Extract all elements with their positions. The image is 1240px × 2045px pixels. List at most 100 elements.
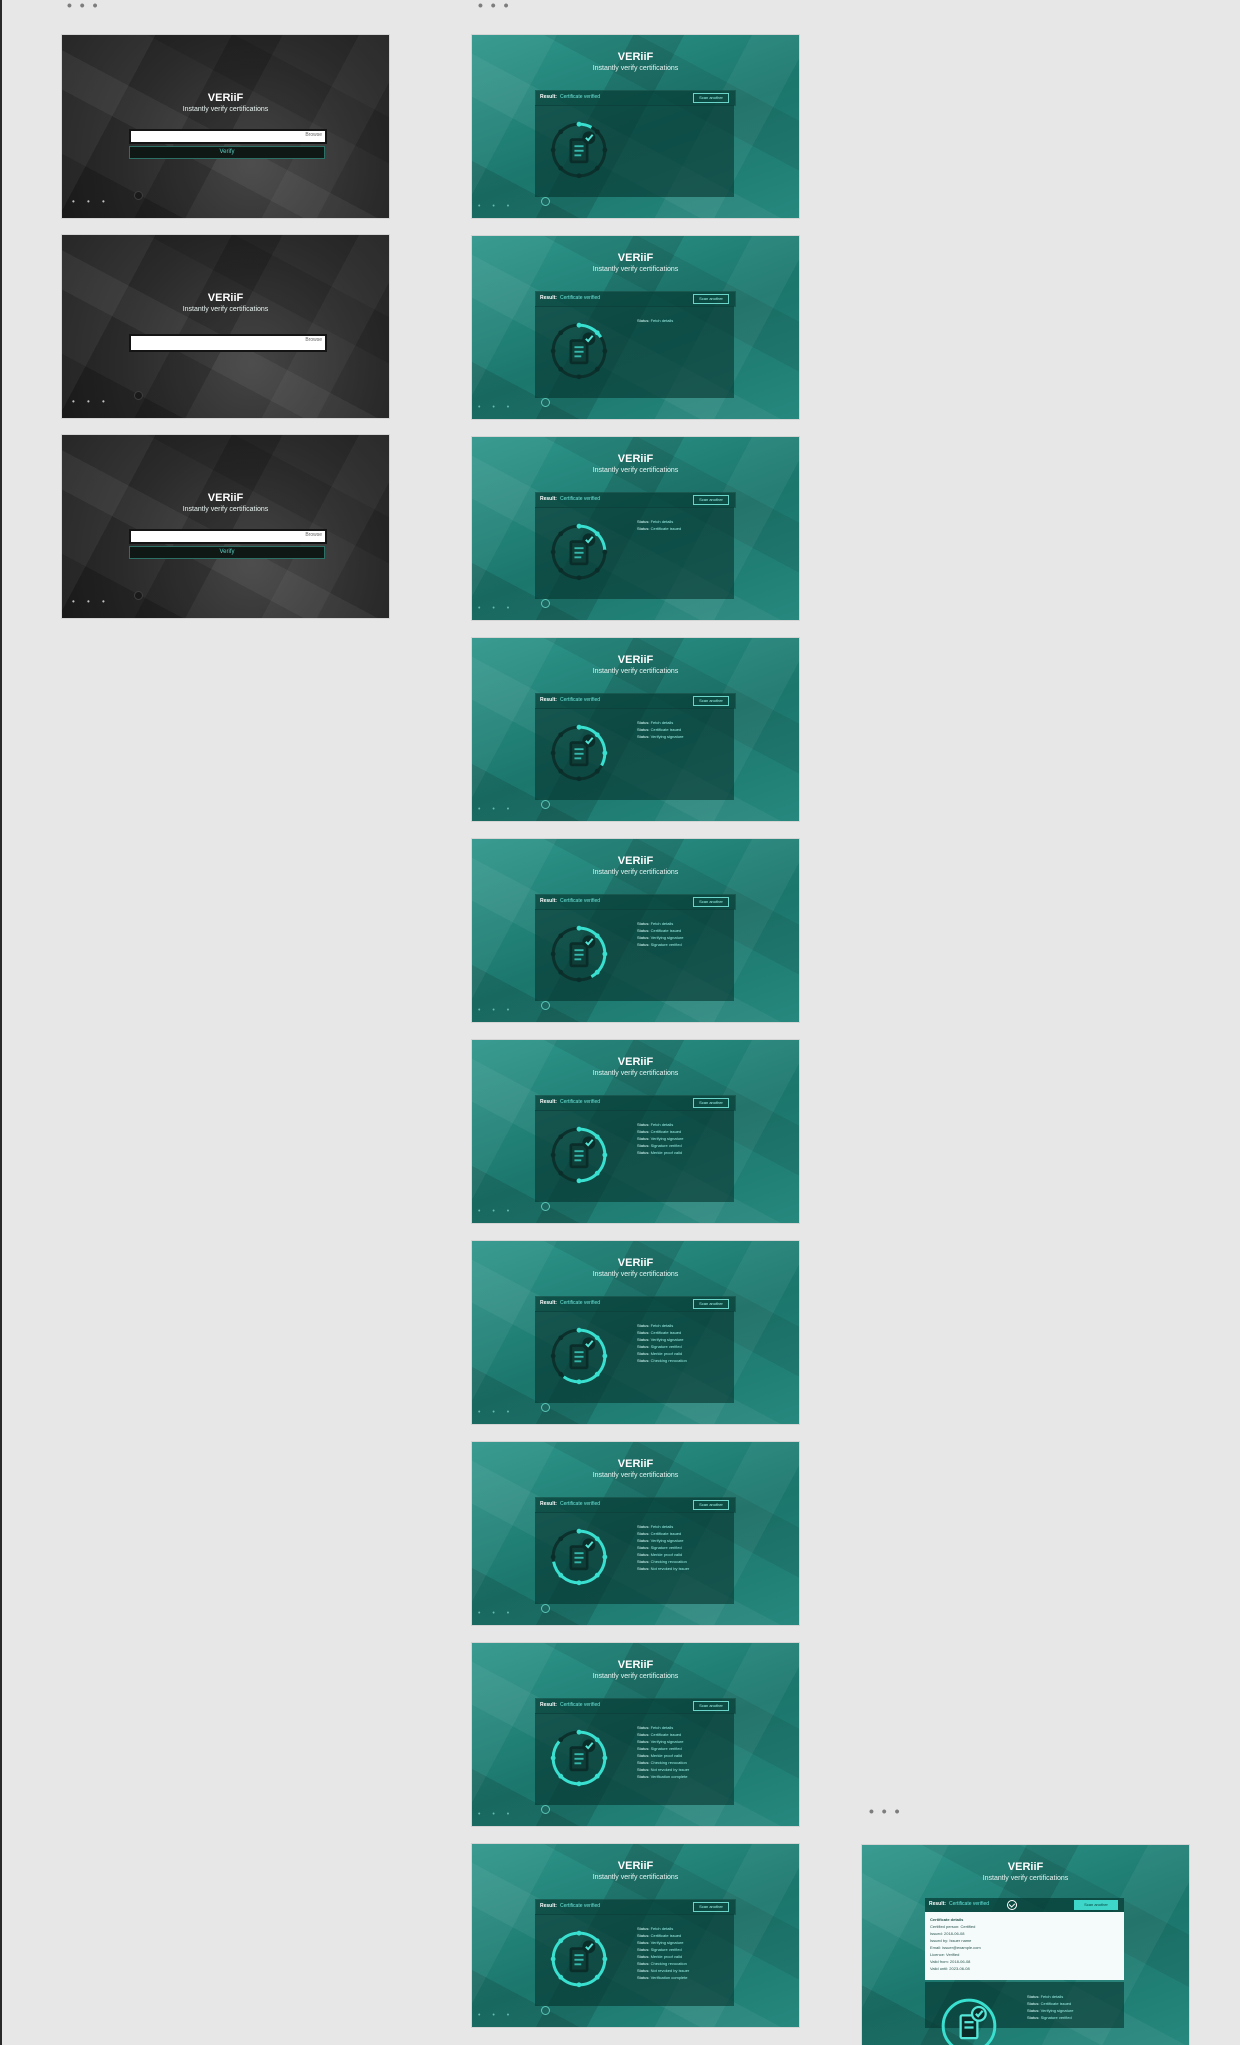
browse-link[interactable]: Browse <box>305 132 322 138</box>
settings-icon[interactable] <box>541 599 550 608</box>
footer-nav-dots[interactable]: • • • <box>478 1409 514 1416</box>
log-entry-key: Status: <box>637 1760 650 1765</box>
browse-link[interactable]: Browse <box>305 337 322 343</box>
login-artboard[interactable]: VERiiF Instantly verify certifications Bro… <box>62 235 389 418</box>
verification-artboard[interactable]: VERiiF Instantly verify certifications Res… <box>472 1442 799 1625</box>
app-brand: VERiiF <box>617 252 654 264</box>
footer-nav-dots[interactable]: • • • <box>72 397 110 406</box>
certificate-input[interactable]: Browse <box>129 529 327 544</box>
settings-icon[interactable] <box>541 398 550 407</box>
verification-progress-ring <box>550 925 608 983</box>
verification-log: Status: Fetch details Status: Certificate… <box>637 1925 689 1981</box>
log-entry-value: Signature verified <box>650 1344 682 1349</box>
scan-another-button[interactable]: Scan another <box>1074 1900 1118 1910</box>
result-bar: Result: Certificate verified Scan another <box>535 90 736 106</box>
login-artboard[interactable]: VERiiF Instantly verify certifications Bro… <box>62 435 389 618</box>
scan-another-button[interactable]: Scan another <box>693 1299 729 1309</box>
verify-button[interactable]: Verify <box>129 546 325 559</box>
settings-icon[interactable] <box>541 197 550 206</box>
app-brand: VERiiF <box>617 855 654 867</box>
verify-button[interactable]: Verify <box>129 146 325 159</box>
result-label: Result: <box>540 94 557 100</box>
scan-another-button[interactable]: Scan another <box>693 1902 729 1912</box>
scan-another-button[interactable]: Scan another <box>693 495 729 505</box>
footer-nav-dots[interactable]: • • • <box>72 197 110 206</box>
verification-artboard[interactable]: VERiiF Instantly verify certifications Res… <box>472 236 799 419</box>
log-entry: Status: Verifying signature <box>637 1738 689 1745</box>
login-artboard[interactable]: VERiiF Instantly verify certifications Bro… <box>62 35 389 218</box>
log-entry: Status: Checking revocation <box>637 1960 689 1967</box>
footer-nav-dots[interactable]: • • • <box>478 1007 514 1014</box>
verification-log-panel: Status: Fetch details Status: Certificate… <box>535 1512 734 1604</box>
scan-another-button[interactable]: Scan another <box>693 1701 729 1711</box>
log-entry-key: Status: <box>637 921 650 926</box>
app-brand: VERiiF <box>617 654 654 666</box>
verification-artboard[interactable]: VERiiF Instantly verify certifications Res… <box>472 1040 799 1223</box>
app-tagline: Instantly verify certifications <box>182 506 269 513</box>
certificate-detail-line: Email: issuer@example.com <box>930 1945 981 1950</box>
verification-artboard[interactable]: VERiiF Instantly verify certifications Res… <box>472 35 799 218</box>
settings-icon[interactable] <box>541 1805 550 1814</box>
footer-nav-dots[interactable]: • • • <box>478 1811 514 1818</box>
log-entry-value: Verification complete <box>650 1774 688 1779</box>
log-entry-key: Status: <box>637 1725 650 1730</box>
footer-nav-dots[interactable]: • • • <box>478 404 514 411</box>
verification-progress-ring <box>550 1528 608 1586</box>
verification-artboard[interactable]: VERiiF Instantly verify certifications Res… <box>472 638 799 821</box>
settings-icon[interactable] <box>134 591 143 600</box>
log-entry-key: Status: <box>637 720 650 725</box>
footer-nav-dots[interactable]: • • • <box>478 605 514 612</box>
verification-artboard[interactable]: VERiiF Instantly verify certifications Res… <box>472 437 799 620</box>
footer-nav-dots[interactable]: • • • <box>478 2012 514 2019</box>
scan-another-button[interactable]: Scan another <box>693 696 729 706</box>
log-entry: Status: Signature verified <box>637 1544 689 1551</box>
footer-nav-dots[interactable]: • • • <box>478 1610 514 1617</box>
certificate-input[interactable]: Browse <box>129 129 327 144</box>
log-entry: Status: Fetch details <box>637 317 673 324</box>
scan-another-button[interactable]: Scan another <box>693 294 729 304</box>
details-artboard[interactable]: VERiiF Instantly verify certifications R… <box>862 1845 1189 2045</box>
log-entry-key: Status: <box>637 1774 650 1779</box>
log-entry: Status: Signature verified <box>1027 2014 1074 2021</box>
log-entry-value: Not revoked by issuer <box>650 1767 690 1772</box>
verification-artboard[interactable]: VERiiF Instantly verify certifications Res… <box>472 1844 799 2027</box>
log-entry-key: Status: <box>637 1344 650 1349</box>
settings-icon[interactable] <box>541 1202 550 1211</box>
log-entry-value: Verifying signature <box>650 935 684 940</box>
certificate-detail-line: Certificate details <box>930 1917 964 1922</box>
verification-artboard[interactable]: VERiiF Instantly verify certifications Res… <box>472 839 799 1022</box>
browse-link[interactable]: Browse <box>305 532 322 538</box>
result-bar: Result: Certificate verified Scan another <box>535 693 736 709</box>
log-entry-key: Status: <box>637 1122 650 1127</box>
app-tagline: Instantly verify certifications <box>592 266 679 273</box>
settings-icon[interactable] <box>541 2006 550 2015</box>
scan-another-button[interactable]: Scan another <box>693 93 729 103</box>
settings-icon[interactable] <box>541 1001 550 1010</box>
footer-nav-dots[interactable]: • • • <box>478 806 514 813</box>
verification-artboard[interactable]: VERiiF Instantly verify certifications Res… <box>472 1241 799 1424</box>
settings-icon[interactable] <box>541 1403 550 1412</box>
verification-log: Status: Fetch details Status: Certificate… <box>637 1322 687 1364</box>
log-entry-key: Status: <box>637 1358 650 1363</box>
settings-icon[interactable] <box>541 800 550 809</box>
footer-nav-dots[interactable]: • • • <box>478 1208 514 1215</box>
log-entry: Status: Certificate issued <box>637 1128 684 1135</box>
settings-icon[interactable] <box>134 391 143 400</box>
verification-progress-ring <box>550 121 608 179</box>
footer-nav-dots[interactable]: • • • <box>478 203 514 210</box>
result-label: Result: <box>540 898 557 904</box>
scan-another-button[interactable]: Scan another <box>693 1500 729 1510</box>
log-entry-value: Verifying signature <box>650 1940 684 1945</box>
result-label: Result: <box>540 1702 557 1708</box>
settings-icon[interactable] <box>541 1604 550 1613</box>
log-entry-value: Fetch details <box>650 1725 674 1730</box>
scan-another-button[interactable]: Scan another <box>693 1098 729 1108</box>
verification-progress-ring <box>550 1930 608 1988</box>
scan-another-button[interactable]: Scan another <box>693 897 729 907</box>
certificate-detail-line: Issued: 2018-06-08 <box>930 1931 965 1936</box>
verification-artboard[interactable]: VERiiF Instantly verify certifications Res… <box>472 1643 799 1826</box>
footer-nav-dots[interactable]: • • • <box>72 597 110 606</box>
settings-icon[interactable] <box>134 191 143 200</box>
certificate-input[interactable]: Browse <box>129 334 327 352</box>
log-entry: Status: Merkle proof valid <box>637 1953 689 1960</box>
